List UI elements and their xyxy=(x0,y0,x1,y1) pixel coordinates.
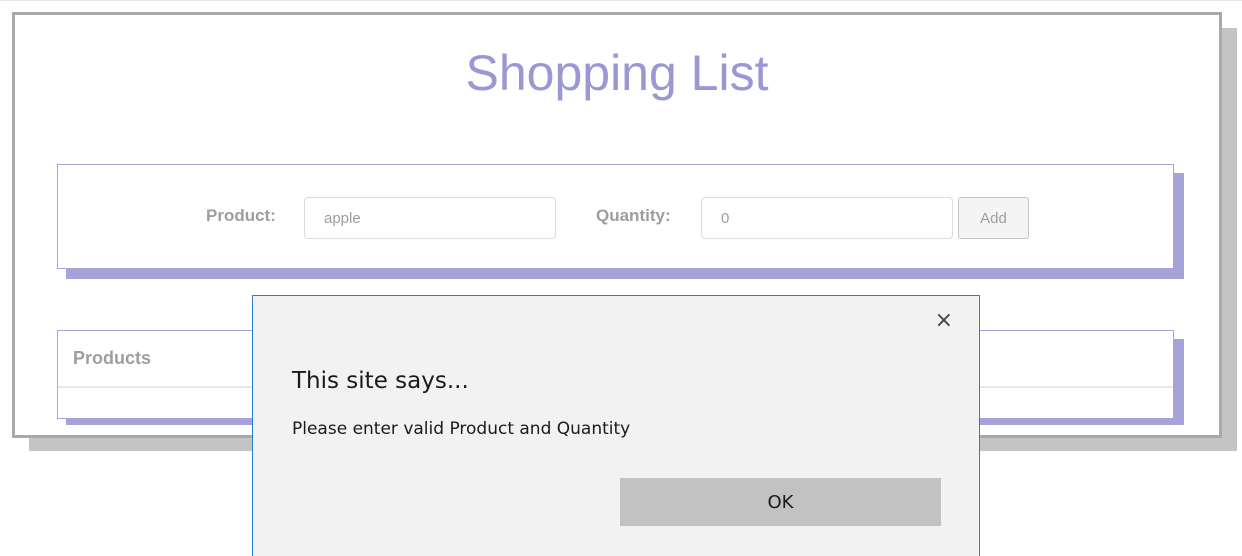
close-icon[interactable]: × xyxy=(935,310,953,332)
ok-button[interactable]: OK xyxy=(620,478,941,526)
quantity-input[interactable] xyxy=(701,197,953,239)
product-label: Product: xyxy=(206,206,276,225)
products-heading: Products xyxy=(73,348,152,368)
product-input[interactable] xyxy=(304,197,556,239)
quantity-label: Quantity: xyxy=(596,206,671,225)
add-button[interactable]: Add xyxy=(958,197,1029,239)
dialog-message: Please enter valid Product and Quantity xyxy=(292,419,631,439)
page: Shopping List Product: Quantity: Add Pro… xyxy=(0,0,1242,556)
page-title: Shopping List xyxy=(465,45,769,101)
top-border xyxy=(0,0,1242,1)
alert-dialog: × This site says... Please enter valid P… xyxy=(252,295,980,556)
dialog-title: This site says... xyxy=(292,368,469,394)
